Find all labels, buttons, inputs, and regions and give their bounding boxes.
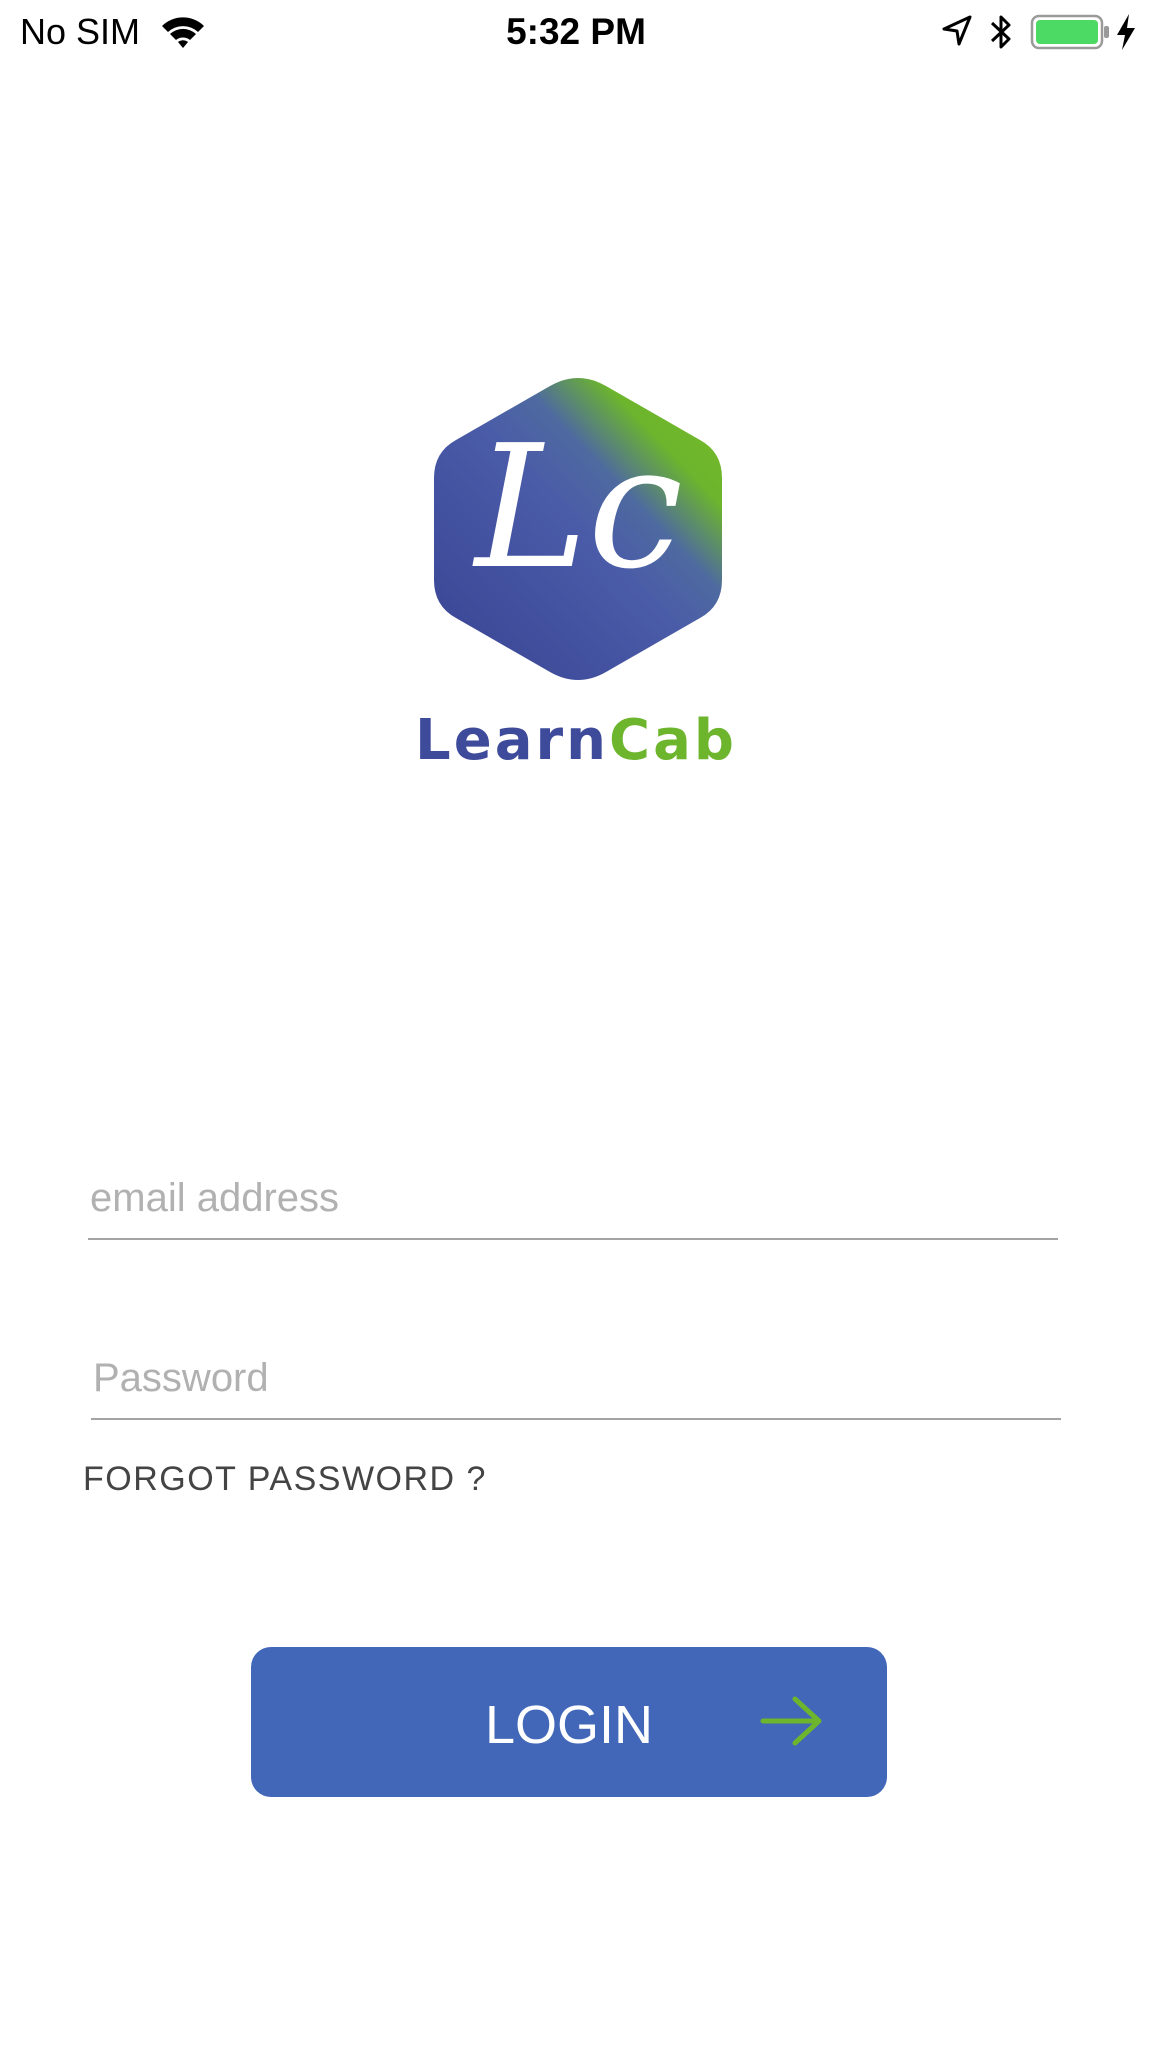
location-icon (942, 15, 972, 46)
arrow-right-icon (760, 1696, 822, 1746)
forgot-password-link[interactable]: FORGOT PASSWORD ? (83, 1458, 487, 1500)
logo-monogram: Lc (472, 409, 683, 607)
battery-icon (1030, 14, 1109, 50)
charging-icon (1117, 14, 1135, 50)
login-button[interactable]: LOGIN (251, 1647, 887, 1797)
password-input[interactable] (93, 1348, 1061, 1408)
brand-wordmark: LearnCab (0, 706, 1152, 776)
brand-name-cab: Cab (608, 708, 737, 773)
bluetooth-icon (990, 15, 1011, 49)
email-input[interactable] (90, 1168, 1058, 1228)
email-field (88, 1160, 1058, 1240)
svg-text:Lc: Lc (472, 409, 683, 607)
learncab-logo: Lc (434, 378, 722, 680)
password-field (91, 1340, 1061, 1420)
status-bar: No SIM 5:32 PM (0, 0, 1152, 64)
brand-name-learn: Learn (415, 708, 609, 773)
status-time: 5:32 PM (506, 11, 646, 52)
